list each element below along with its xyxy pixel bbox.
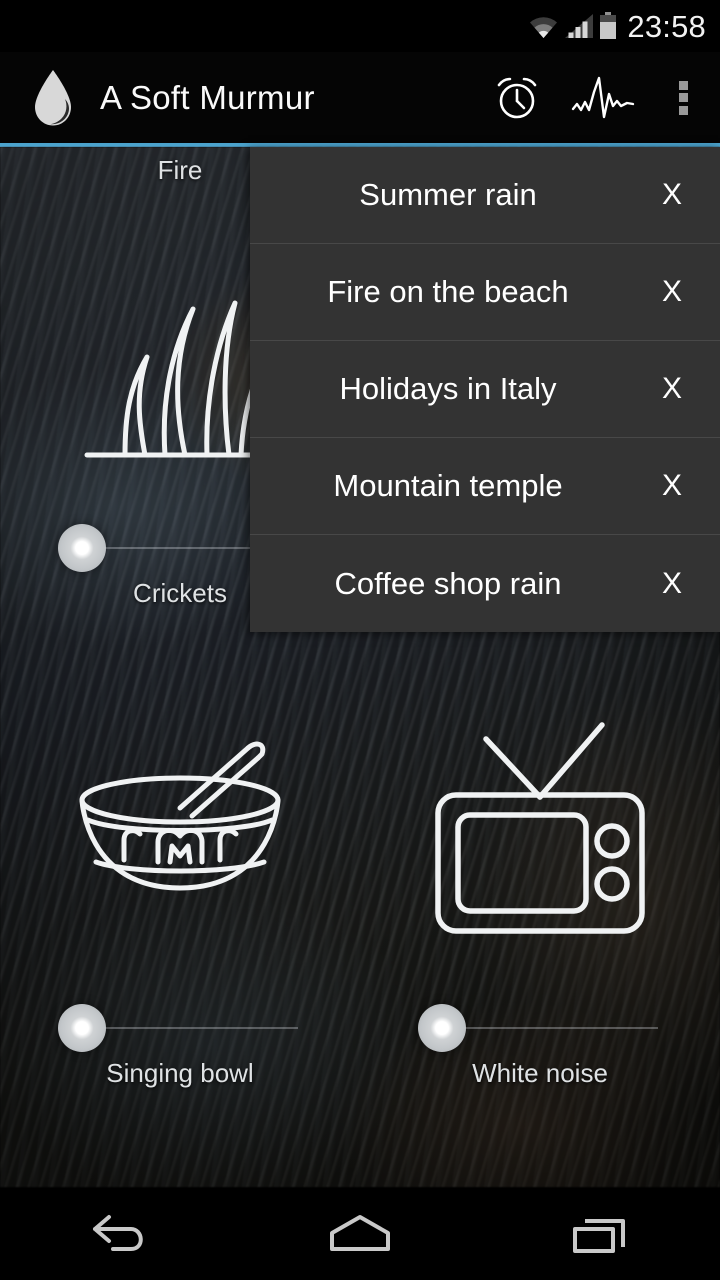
timer-button[interactable]	[474, 52, 560, 143]
preset-name: Mountain temple	[333, 468, 563, 503]
overflow-menu-icon	[678, 77, 688, 118]
phone-screen: 23:58 A Soft Murmur Fire Crickets Singin…	[0, 0, 720, 1280]
preset-name: Summer rain	[359, 177, 537, 212]
preset-name: Coffee shop rain	[334, 565, 562, 601]
television-icon	[435, 721, 645, 934]
sound-tile-art-white-noise[interactable]	[360, 635, 720, 998]
preset-delete-button[interactable]: X	[624, 567, 720, 601]
preset-name: Holidays in Italy	[339, 371, 557, 406]
alarm-clock-icon	[497, 77, 537, 118]
preset-menu-item[interactable]: Holidays in Italy X	[250, 341, 720, 438]
app-title: A Soft Murmur	[100, 78, 315, 116]
preset-menu-item[interactable]: Coffee shop rain X	[250, 535, 720, 632]
sound-tile-label-white-noise: White noise	[472, 1058, 608, 1088]
home-icon	[330, 1215, 390, 1251]
preset-menu-item[interactable]: Mountain temple X	[250, 438, 720, 535]
waveform-icon	[571, 76, 635, 118]
wifi-icon	[530, 17, 558, 38]
battery-icon	[600, 12, 617, 39]
slider-thumb[interactable]	[418, 1004, 466, 1052]
slider-thumb[interactable]	[58, 524, 106, 572]
sound-tile-white-noise[interactable]: White noise	[360, 627, 720, 1107]
slider-thumb[interactable]	[58, 1004, 106, 1052]
app-bar-actions	[474, 52, 720, 143]
preset-delete-button[interactable]: X	[624, 178, 720, 212]
sound-tile-singing-bowl[interactable]: Singing bowl	[0, 627, 360, 1107]
status-bar-clock: 23:58	[627, 8, 706, 44]
back-icon	[93, 1215, 143, 1251]
cell-signal-icon	[565, 14, 594, 38]
nav-back-button[interactable]	[45, 1188, 195, 1280]
sound-tile-art-singing-bowl[interactable]	[0, 635, 360, 998]
preset-menu-item[interactable]: Summer rain X	[250, 147, 720, 244]
singing-bowl-icon	[79, 741, 281, 890]
recents-icon	[573, 1219, 625, 1253]
nav-recents-button[interactable]	[525, 1188, 675, 1280]
preset-delete-button[interactable]: X	[624, 372, 720, 406]
volume-slider-white-noise[interactable]	[360, 998, 720, 1058]
preset-name: Fire on the beach	[327, 274, 569, 309]
overflow-menu-button[interactable]	[646, 52, 720, 143]
preset-delete-button[interactable]: X	[624, 275, 720, 309]
app-brand[interactable]: A Soft Murmur	[32, 69, 315, 127]
android-navigation-bar	[0, 1188, 720, 1280]
status-bar: 23:58	[0, 0, 720, 52]
preset-menu-item[interactable]: Fire on the beach X	[250, 244, 720, 341]
nav-home-button[interactable]	[285, 1188, 435, 1280]
volume-slider-singing-bowl[interactable]	[0, 998, 360, 1058]
app-bar: A Soft Murmur	[0, 52, 720, 143]
sound-tile-label-singing-bowl: Singing bowl	[106, 1058, 254, 1088]
preset-delete-button[interactable]: X	[624, 469, 720, 503]
equalizer-button[interactable]	[560, 52, 646, 143]
water-droplet-icon	[35, 69, 71, 125]
status-icon-group	[528, 12, 617, 40]
preset-dropdown-menu[interactable]: Summer rain X Fire on the beach X Holida…	[250, 147, 720, 632]
